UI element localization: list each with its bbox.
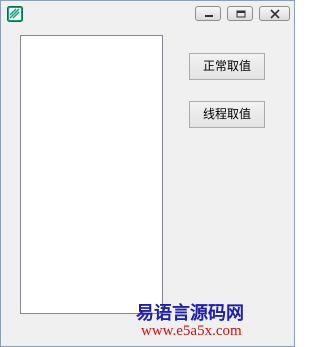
minimize-button[interactable] [195, 6, 221, 21]
watermark-url: www.e5a5x.com [141, 323, 242, 339]
normal-fetch-button[interactable]: 正常取值 [189, 53, 265, 80]
maximize-button[interactable] [227, 6, 253, 21]
app-icon [7, 6, 23, 22]
value-listbox[interactable] [20, 35, 163, 314]
close-icon [270, 9, 280, 19]
minimize-icon [205, 15, 213, 17]
watermark-site-name: 易语言源码网 [136, 303, 244, 324]
maximize-icon [236, 10, 246, 18]
thread-fetch-button[interactable]: 线程取值 [189, 101, 265, 128]
title-bar[interactable] [1, 1, 294, 27]
client-area: 正常取值 线程取值 [6, 29, 289, 341]
app-window: 正常取值 线程取值 易语言源码网 www.e5a5x.com [0, 0, 295, 347]
close-button[interactable] [259, 6, 290, 21]
